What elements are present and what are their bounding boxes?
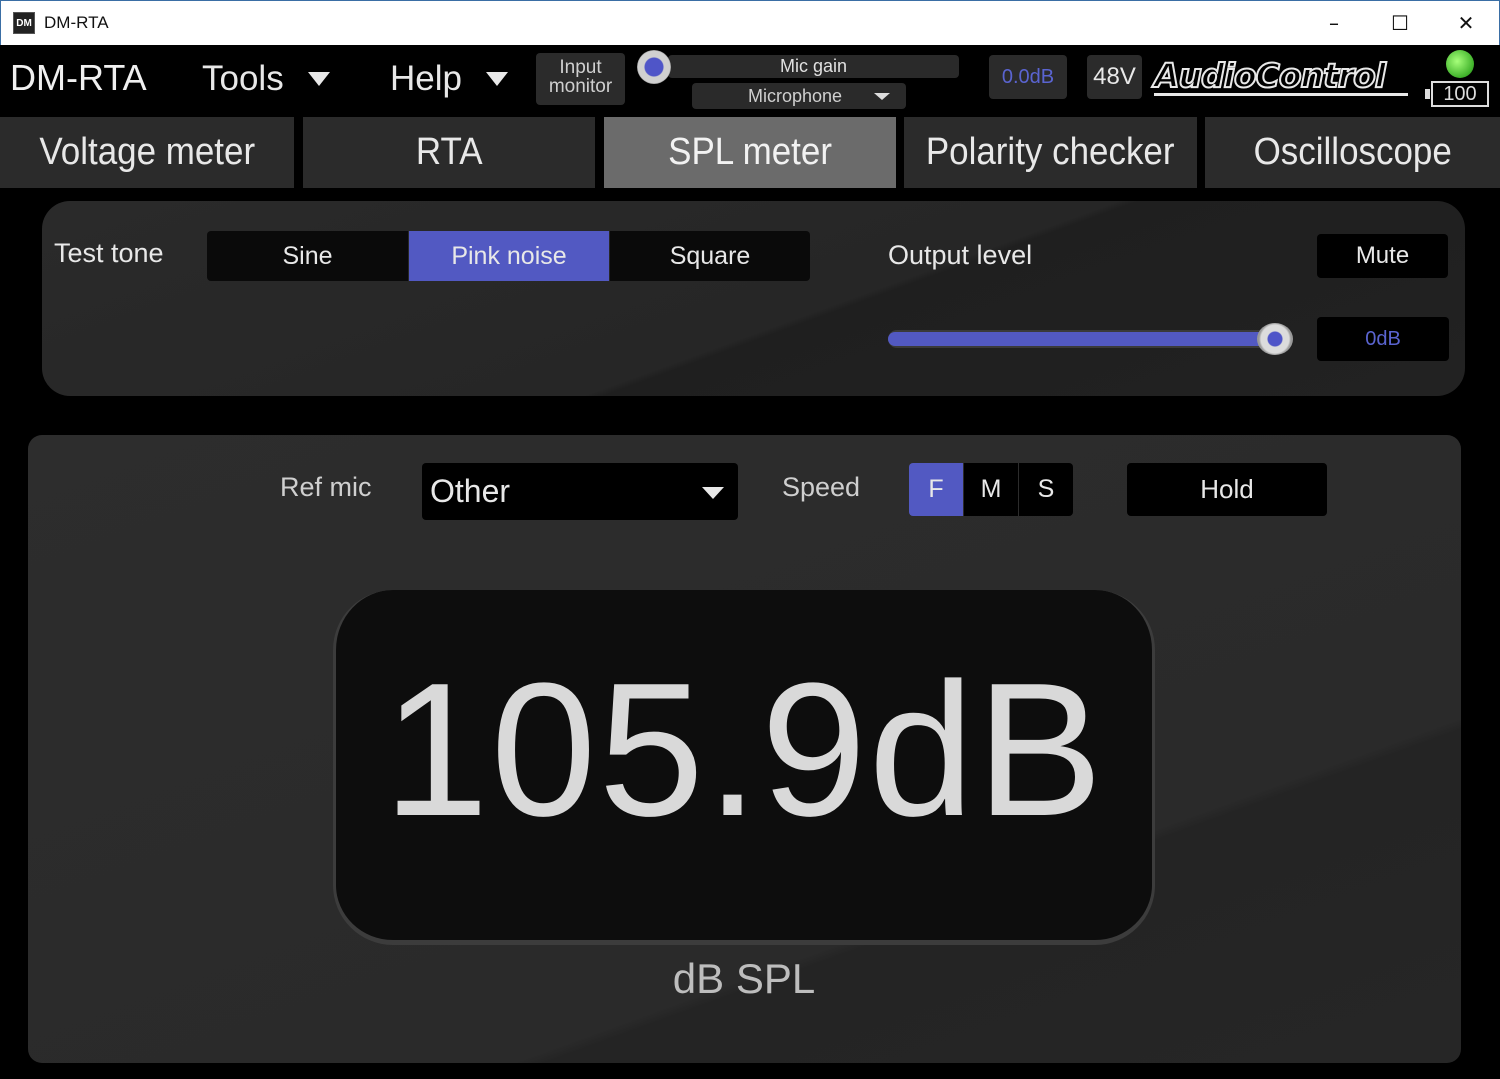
spl-reading: 105.9dB [383, 644, 1105, 856]
status-led-icon [1446, 50, 1474, 78]
window-title-bar: DM DM-RTA – ☐ ✕ [0, 0, 1500, 45]
battery-indicator: 100 [1425, 81, 1489, 107]
hold-button[interactable]: Hold [1127, 463, 1327, 516]
input-monitor-label-2: monitor [548, 76, 613, 97]
audiocontrol-logo: AudioControl [1153, 58, 1408, 96]
output-level-thumb[interactable] [1257, 323, 1293, 355]
app-icon: DM [13, 12, 35, 34]
output-level-fill [888, 332, 1273, 346]
close-button[interactable]: ✕ [1433, 1, 1499, 45]
help-menu[interactable]: Help [390, 59, 508, 99]
mic-gain-slider[interactable]: Mic gain [668, 55, 959, 78]
minimize-button[interactable]: – [1301, 1, 1367, 45]
input-monitor-button[interactable]: Input monitor [536, 53, 625, 105]
mute-button[interactable]: Mute [1317, 234, 1448, 278]
speed-label: Speed [782, 472, 861, 502]
ref-mic-value: Other [430, 473, 511, 509]
help-menu-label: Help [390, 59, 462, 98]
input-level-readout: 0.0dB [989, 55, 1067, 99]
caret-down-icon [874, 93, 890, 100]
tab-rta[interactable]: RTA [303, 117, 595, 188]
output-level-value: 0dB [1317, 317, 1449, 361]
mic-source-value: Microphone [748, 86, 843, 106]
tone-pink-noise-button[interactable]: Pink noise [409, 231, 609, 281]
tab-polarity-checker[interactable]: Polarity checker [904, 117, 1197, 188]
tools-menu[interactable]: Tools [202, 59, 330, 99]
speed-slow-button[interactable]: S [1019, 463, 1073, 516]
tone-sine-button[interactable]: Sine [207, 231, 408, 281]
app-toolbar: DM-RTA Tools Help Input monitor Mic gain… [0, 45, 1500, 117]
app-brand: DM-RTA [10, 57, 147, 98]
speed-medium-button[interactable]: M [964, 463, 1018, 516]
mic-source-select[interactable]: Microphone [692, 83, 906, 109]
mic-gain-knob[interactable] [637, 50, 671, 84]
tab-spl-meter[interactable]: SPL meter [604, 117, 896, 188]
output-level-label: Output level [888, 240, 1033, 270]
tone-square-button[interactable]: Square [610, 231, 810, 281]
ref-mic-label: Ref mic [280, 472, 372, 502]
chevron-down-icon [702, 487, 724, 499]
maximize-button[interactable]: ☐ [1367, 1, 1433, 45]
test-tone-label: Test tone [54, 238, 164, 268]
input-monitor-label-1: Input [559, 57, 602, 78]
tools-menu-label: Tools [202, 59, 284, 98]
chevron-down-icon [307, 72, 330, 86]
speed-fast-button[interactable]: F [909, 463, 963, 516]
tab-oscilloscope[interactable]: Oscilloscope [1205, 117, 1500, 188]
tab-voltage-meter[interactable]: Voltage meter [0, 117, 294, 188]
mode-tabs: Voltage meter RTA SPL meter Polarity che… [0, 117, 1500, 188]
output-level-slider[interactable] [888, 330, 1280, 348]
spl-unit-label: dB SPL [672, 955, 816, 1002]
ref-mic-select[interactable]: Other [422, 463, 738, 520]
phantom-power-button[interactable]: 48V [1087, 55, 1142, 99]
window-title: DM-RTA [44, 13, 109, 32]
window-controls: – ☐ ✕ [1301, 1, 1499, 45]
chevron-down-icon [485, 72, 508, 86]
